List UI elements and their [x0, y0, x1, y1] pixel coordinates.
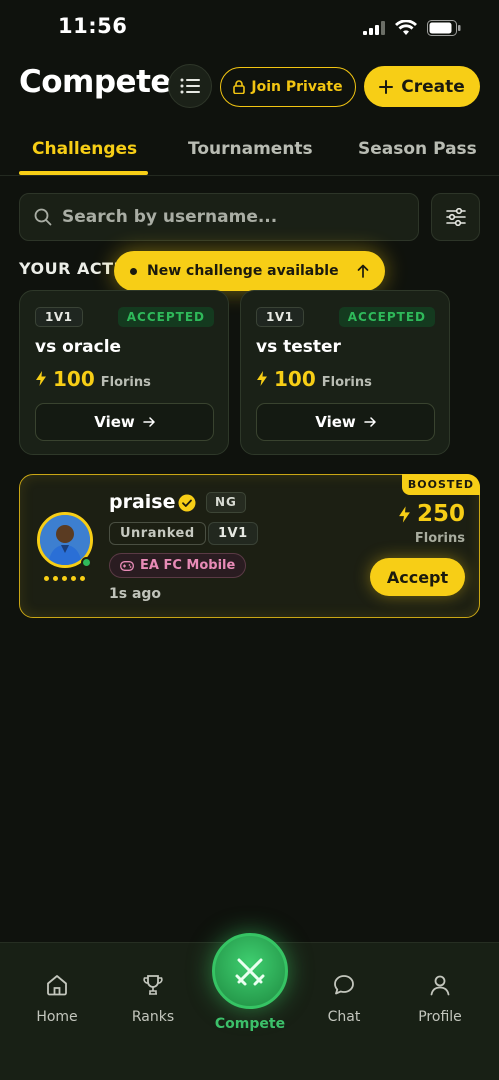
crossed-swords-icon [235, 958, 265, 986]
toast-label: New challenge available [147, 263, 339, 279]
nav-compete-button[interactable] [212, 933, 288, 1009]
currency-label: Florins [414, 531, 465, 546]
search-box[interactable] [19, 193, 419, 241]
wager-value: 100 [53, 367, 95, 391]
nav-ranks-label: Ranks [131, 1009, 175, 1025]
online-status-indicator [81, 557, 92, 568]
arrow-right-icon [364, 417, 376, 427]
accept-button[interactable]: Accept [370, 558, 465, 596]
nav-profile-label: Profile [418, 1009, 462, 1025]
menu-button[interactable] [168, 64, 212, 108]
active-challenge-card: 1V1 ACCEPTED vs oracle 100 Florins View [19, 290, 229, 455]
nav-home-label: Home [36, 1009, 78, 1025]
country-badge: NG [206, 492, 246, 513]
rank-dot [80, 576, 85, 581]
create-label: Create [401, 76, 465, 97]
view-label: View [315, 413, 356, 431]
plus-icon [379, 79, 394, 94]
chat-icon [334, 975, 354, 995]
verified-icon [178, 494, 196, 512]
username[interactable]: praise [109, 491, 176, 513]
gamepad-icon [120, 560, 134, 571]
tabs-divider [0, 175, 499, 176]
match-type-badge: 1V1 [35, 307, 83, 327]
wifi-icon [395, 20, 417, 35]
create-button[interactable]: Create [364, 66, 480, 107]
rank-dot [71, 576, 76, 581]
list-icon [180, 78, 200, 94]
wager-amount: 100 Florins [35, 367, 151, 391]
arrow-right-icon [143, 417, 155, 427]
arrow-up-icon [357, 264, 368, 278]
rank-dot [62, 576, 67, 581]
boosted-challenge-card[interactable]: BOOSTED praise NG Unranked 1V1 EA FC Mob… [19, 474, 480, 618]
timestamp: 1s ago [109, 586, 162, 602]
rank-dot [44, 576, 49, 581]
dot-icon [130, 267, 137, 275]
nav-compete-label[interactable]: Compete [212, 1016, 288, 1032]
battery-icon [427, 20, 461, 36]
join-private-button[interactable]: Join Private [220, 67, 356, 107]
wager-value: 250 [416, 501, 465, 527]
wager-amount: 100 Florins [256, 367, 372, 391]
search-icon [34, 208, 52, 226]
sliders-icon [445, 208, 466, 226]
tab-season-pass[interactable]: Season Pass [358, 139, 477, 159]
search-input[interactable] [62, 207, 402, 227]
new-challenge-toast[interactable]: New challenge available [114, 251, 385, 291]
rank-badge: Unranked [109, 522, 206, 545]
currency-label: Florins [321, 375, 372, 390]
game-badge: EA FC Mobile [109, 553, 247, 578]
status-time: 11:56 [58, 14, 128, 38]
rank-dots [44, 576, 85, 581]
cellular-signal-icon [363, 21, 385, 35]
currency-label: Florins [100, 375, 151, 390]
status-icons [363, 20, 461, 36]
lightning-icon [399, 505, 410, 523]
rank-dot [53, 576, 58, 581]
match-type-badge: 1V1 [208, 522, 258, 545]
status-badge: ACCEPTED [338, 307, 435, 327]
status-badge: ACCEPTED [117, 307, 214, 327]
opponent-name: vs oracle [35, 337, 122, 357]
active-challenge-card: 1V1 ACCEPTED vs tester 100 Florins View [240, 290, 450, 455]
view-button[interactable]: View [35, 403, 214, 441]
wager-value: 100 [274, 367, 316, 391]
tab-tournaments[interactable]: Tournaments [188, 139, 313, 159]
page-title: Compete [19, 64, 171, 100]
view-label: View [94, 413, 135, 431]
nav-home[interactable]: Home [17, 973, 97, 1025]
lightning-icon [257, 371, 267, 386]
wager-amount: 250 [398, 501, 465, 527]
nav-ranks[interactable]: Ranks [113, 973, 193, 1025]
nav-profile[interactable]: Profile [400, 973, 480, 1025]
join-private-label: Join Private [251, 79, 343, 95]
lightning-icon [36, 371, 46, 386]
profile-icon [430, 975, 450, 996]
tab-challenges[interactable]: Challenges [32, 139, 137, 159]
view-button[interactable]: View [256, 403, 435, 441]
nav-chat-label: Chat [327, 1009, 361, 1025]
boosted-tag: BOOSTED [402, 474, 480, 495]
trophy-icon [143, 975, 163, 995]
nav-chat[interactable]: Chat [304, 973, 384, 1025]
filter-button[interactable] [431, 193, 480, 241]
match-type-badge: 1V1 [256, 307, 304, 327]
home-icon [47, 975, 67, 996]
lock-icon [233, 80, 246, 94]
opponent-name: vs tester [256, 337, 341, 357]
game-label: EA FC Mobile [140, 558, 236, 573]
